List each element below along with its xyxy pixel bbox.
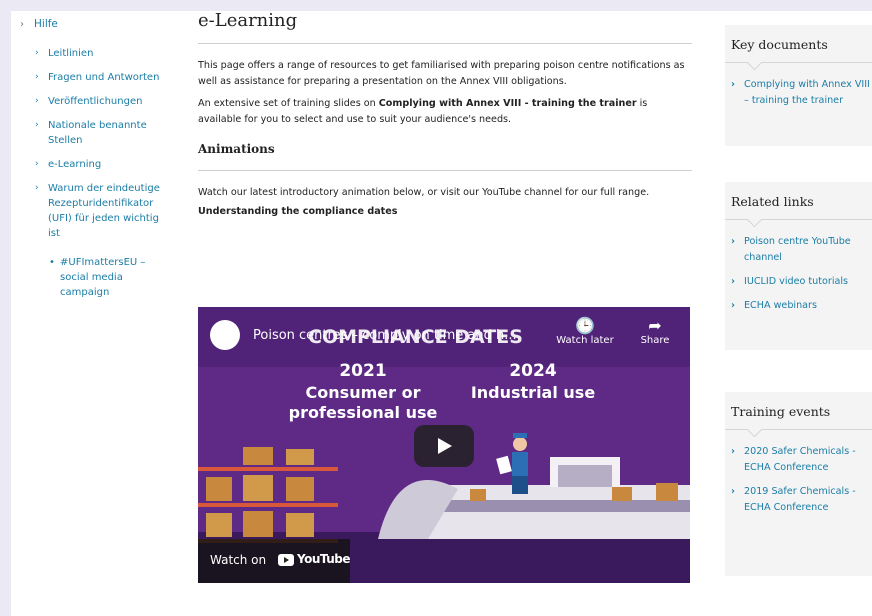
arrow-right-icon: › [731,446,735,457]
key-document-link[interactable]: Complying with Annex VIII – training the… [744,79,870,106]
label-left-line1: Consumer or [305,383,421,402]
arrow-right-icon: › [731,486,735,497]
key-documents-title: Key documents [725,25,872,63]
related-link[interactable]: IUCLID video tutorials [744,276,848,287]
nav-link[interactable]: Nationale benannte Stellen [48,120,147,146]
label-right: Industrial use [470,383,596,402]
slides-text-pre: An extensive set of training slides on [198,98,379,109]
chevron-right-icon: › [20,19,24,30]
related-link[interactable]: ECHA webinars [744,300,817,311]
list-item[interactable]: › Complying with Annex VIII – training th… [731,77,872,109]
nav-item-ufi[interactable]: › Warum der eindeutige Rezepturidentifik… [20,181,170,241]
related-links-box: Related links › Poison centre YouTube cha… [725,182,872,350]
training-events-box: Training events › 2020 Safer Chemicals - … [725,392,872,576]
watch-later-label: Watch later [556,335,614,346]
arrow-right-icon: › [731,300,735,311]
bullet-icon: › [35,183,39,193]
key-documents-box: Key documents › Complying with Annex VIII… [725,25,872,146]
video-caption: Understanding the compliance dates [198,206,398,217]
year-right: 2024 [509,361,557,381]
training-events-title: Training events [725,392,872,430]
nav-subitem-ufimatters[interactable]: • #UFImattersEU – social media campaign [20,255,170,300]
share-label: Share [640,335,670,346]
youtube-play-icon [278,554,294,566]
list-item[interactable]: › ECHA webinars [731,298,872,314]
list-item[interactable]: › 2020 Safer Chemicals - ECHA Conference [731,444,872,476]
intro-paragraph: This page offers a range of resources to… [198,60,685,87]
related-link[interactable]: Poison centre YouTube channel [744,236,851,263]
nav-item-leitlinien[interactable]: › Leitlinien [20,46,170,61]
clock-icon: 🕒 [575,316,595,335]
arrow-right-icon: › [731,276,735,287]
nav-link[interactable]: Fragen und Antworten [48,72,159,83]
arrow-right-icon: › [731,236,735,247]
label-left-line2: professional use [288,403,438,422]
watch-later-button[interactable]: 🕒 Watch later [550,316,620,347]
nav-item-veroeffentlichungen[interactable]: › Veröffentlichungen [20,94,170,109]
bullet-icon: › [35,48,39,58]
nav-item-nationale-stellen[interactable]: › Nationale benannte Stellen [20,118,170,148]
list-item[interactable]: › 2019 Safer Chemicals - ECHA Conference [731,484,872,516]
training-event-link[interactable]: 2019 Safer Chemicals - ECHA Conference [744,486,856,513]
training-events-list: › 2020 Safer Chemicals - ECHA Conference … [725,430,872,516]
arrow-right-icon: › [731,79,735,90]
nav-link[interactable]: #UFImattersEU – social media campaign [60,257,145,298]
nav-item-fragen[interactable]: › Fragen und Antworten [20,70,170,85]
nav-item-e-learning[interactable]: › e-Learning [20,157,170,172]
share-button[interactable]: ➦ Share [630,316,680,347]
related-links-list: › Poison centre YouTube channel › IUCLID v… [725,220,872,314]
watch-on-youtube-button[interactable]: Watch on YouTube [198,539,351,583]
play-button[interactable] [414,425,474,467]
nav-link[interactable]: e-Learning [48,159,101,170]
section-title-animations: Animations [198,142,692,171]
year-left: 2021 [339,361,387,381]
page-title: e-Learning [198,10,692,44]
list-item[interactable]: › Poison centre YouTube channel [731,234,872,266]
youtube-wordmark: YouTube [297,552,351,566]
nav-item-hilfe[interactable]: › Hilfe [20,17,170,32]
nav-link[interactable]: Veröffentlichungen [48,96,142,107]
watch-on-label: Watch on [210,553,267,567]
main-content: e-Learning This page offers a range of r… [198,10,692,217]
nav-link[interactable]: Leitlinien [48,48,93,59]
channel-logo[interactable] [210,320,240,350]
animation-paragraph: Watch our latest introductory animation … [198,187,650,198]
related-links-title: Related links [725,182,872,220]
bullet-dot-icon: • [49,257,55,268]
nav-link-hilfe[interactable]: Hilfe [34,18,58,30]
overlay-heading: COMPLIANCE DATES [308,326,523,348]
youtube-video-embed[interactable]: Poison centres – comply on time and h...… [198,307,690,583]
nav-link[interactable]: Warum der eindeutige Rezepturidentifikat… [48,183,160,239]
bullet-icon: › [35,120,39,130]
slides-paragraph: An extensive set of training slides on C… [198,96,692,128]
share-icon: ➦ [648,316,662,335]
bullet-icon: › [35,96,39,106]
bullet-icon: › [35,72,39,82]
key-documents-list: › Complying with Annex VIII – training th… [725,63,872,109]
left-navigation: › Hilfe › Leitlinien › Fragen und Antwor… [20,17,170,300]
training-event-link[interactable]: 2020 Safer Chemicals - ECHA Conference [744,446,856,473]
bullet-icon: › [35,159,39,169]
list-item[interactable]: › IUCLID video tutorials [731,274,872,290]
slides-text-bold: Complying with Annex VIII - training the… [378,98,637,109]
